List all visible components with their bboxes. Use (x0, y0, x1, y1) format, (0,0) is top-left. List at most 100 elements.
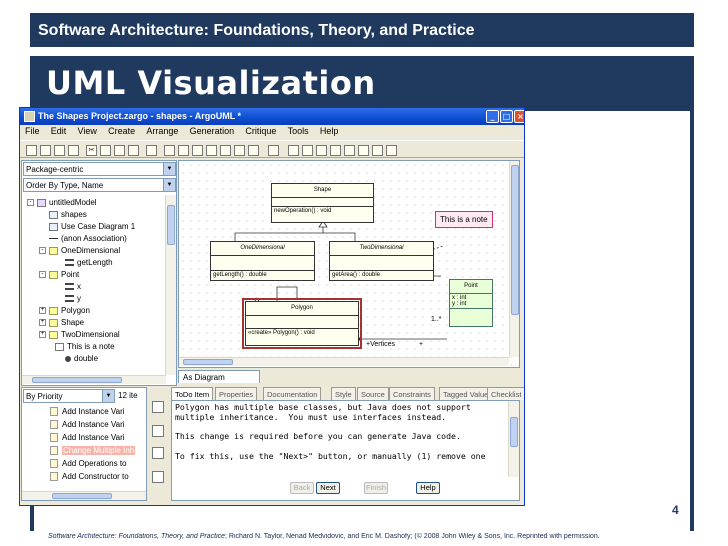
tab-as-diagram[interactable]: As Diagram (178, 370, 260, 383)
order-select[interactable]: Order By Type, Name ▼ (23, 178, 176, 192)
finish-button[interactable]: Finish (364, 482, 388, 494)
menu-edit[interactable]: Edit (51, 126, 67, 136)
chevron-down-icon[interactable]: ▼ (163, 179, 175, 191)
scroll-thumb[interactable] (167, 205, 175, 245)
scroll-thumb[interactable] (511, 165, 519, 315)
copy-icon[interactable] (100, 145, 111, 156)
tree-item-x[interactable]: x (65, 281, 81, 292)
expand-icon[interactable]: + (39, 331, 46, 338)
perspective-select[interactable]: Package-centric ▼ (23, 162, 176, 176)
new-file-icon[interactable] (26, 145, 37, 156)
tool-dependency-icon[interactable] (372, 145, 383, 156)
open-folder-icon[interactable] (40, 145, 51, 156)
email-icon[interactable] (152, 471, 164, 483)
collapse-icon[interactable]: - (39, 271, 46, 278)
tree-item-note[interactable]: This is a note (55, 341, 115, 352)
todo-horizontal-scrollbar[interactable] (22, 491, 146, 500)
canvas-vertical-scrollbar[interactable] (509, 161, 519, 357)
delete-icon[interactable] (128, 145, 139, 156)
class-shape[interactable]: Shape newOperation() : void (271, 183, 374, 223)
class-polygon[interactable]: Polygon «create» Polygon() : void (245, 301, 359, 346)
tree-item-twodimensional[interactable]: + TwoDimensional (39, 329, 120, 340)
tab-properties[interactable]: Properties (215, 387, 258, 400)
explorer-horizontal-scrollbar[interactable] (22, 375, 166, 384)
snooze-icon[interactable] (152, 447, 164, 459)
menu-create[interactable]: Create (108, 126, 135, 136)
scroll-thumb[interactable] (183, 359, 233, 365)
tool-association-icon[interactable] (344, 145, 355, 156)
new-state-diagram-icon[interactable] (192, 145, 203, 156)
collapse-icon[interactable]: - (27, 199, 34, 206)
expand-icon[interactable]: + (39, 319, 46, 326)
tree-item-point[interactable]: - Point (39, 269, 79, 280)
tree-item-association[interactable]: (anon Association) (49, 233, 127, 244)
tool-broom-icon[interactable] (302, 145, 313, 156)
tree-item-y[interactable]: y (65, 293, 81, 304)
resolve-icon[interactable] (152, 425, 164, 437)
scroll-thumb[interactable] (510, 417, 518, 447)
new-sequence-diagram-icon[interactable] (234, 145, 245, 156)
tree-item-shape[interactable]: + Shape (39, 317, 84, 328)
todo-grouping-select[interactable]: By Priority ▼ (23, 389, 115, 403)
menu-view[interactable]: View (78, 126, 97, 136)
new-collaboration-diagram-icon[interactable] (220, 145, 231, 156)
new-use-case-diagram-icon[interactable] (178, 145, 189, 156)
tree-item-shapes[interactable]: shapes (49, 209, 87, 220)
new-activity-diagram-icon[interactable] (206, 145, 217, 156)
todo-item[interactable]: Add Instance Vari (50, 418, 125, 430)
cut-icon[interactable]: ✂ (86, 145, 97, 156)
tree-item-double[interactable]: double (65, 353, 98, 364)
detail-vertical-scrollbar[interactable] (508, 401, 519, 477)
chevron-down-icon[interactable]: ▼ (102, 390, 114, 402)
menu-generation[interactable]: Generation (190, 126, 235, 136)
tree-item-onedimensional[interactable]: - OneDimensional (39, 245, 120, 256)
class-point[interactable]: Point x : int y : int (449, 279, 493, 327)
tab-checklist[interactable]: Checklist (487, 387, 524, 400)
tool-package-icon[interactable] (316, 145, 327, 156)
tool-class-icon[interactable] (330, 145, 341, 156)
tool-interface-icon[interactable] (386, 145, 397, 156)
minimize-button[interactable]: _ (486, 110, 499, 123)
help-button[interactable]: Help (416, 482, 440, 494)
explorer-vertical-scrollbar[interactable] (165, 195, 176, 375)
tool-select-icon[interactable] (288, 145, 299, 156)
menu-file[interactable]: File (25, 126, 40, 136)
tab-todo-item[interactable]: ToDo Item (171, 387, 214, 400)
todo-item[interactable]: Add Constructor to (50, 470, 129, 482)
tab-documentation[interactable]: Documentation (263, 387, 322, 400)
tree-item-polygon[interactable]: + Polygon (39, 305, 90, 316)
class-onedimensional[interactable]: OneDimensional getLength() : double (210, 241, 315, 281)
tab-constraints[interactable]: Constraints (389, 387, 435, 400)
scroll-thumb[interactable] (32, 377, 122, 383)
note-box[interactable]: This is a note (435, 211, 493, 228)
new-class-diagram-icon[interactable] (164, 145, 175, 156)
class-diagram-canvas[interactable]: Shape newOperation() : void This is a no… (178, 160, 520, 368)
paste-icon[interactable] (114, 145, 125, 156)
tree-item-use-case-diagram[interactable]: Use Case Diagram 1 (49, 221, 135, 232)
expand-icon[interactable]: + (39, 307, 46, 314)
next-button[interactable]: Next (316, 482, 340, 494)
menu-critique[interactable]: Critique (245, 126, 276, 136)
tree-item-getlength[interactable]: getLength (65, 257, 113, 268)
todo-item[interactable]: Add Operations to (50, 457, 126, 469)
collapse-icon[interactable]: - (39, 247, 46, 254)
tree-item-untitledmodel[interactable]: - untitledModel (27, 197, 97, 208)
todo-item-selected[interactable]: Change Multiple Inh (50, 444, 136, 456)
scroll-thumb[interactable] (52, 493, 112, 499)
print-icon[interactable] (68, 145, 79, 156)
save-icon[interactable] (54, 145, 65, 156)
canvas-horizontal-scrollbar[interactable] (179, 357, 509, 366)
todo-item[interactable]: Add Instance Vari (50, 405, 125, 417)
menu-help[interactable]: Help (320, 126, 339, 136)
new-deployment-diagram-icon[interactable] (248, 145, 259, 156)
tool-generalization-icon[interactable] (358, 145, 369, 156)
tab-source[interactable]: Source (357, 387, 389, 400)
find-icon[interactable] (146, 145, 157, 156)
menu-tools[interactable]: Tools (288, 126, 309, 136)
generate-code-icon[interactable] (268, 145, 279, 156)
maximize-button[interactable]: □ (500, 110, 513, 123)
class-twodimensional[interactable]: TwoDimensional getArea() : double (329, 241, 434, 281)
tab-style[interactable]: Style (331, 387, 356, 400)
chevron-down-icon[interactable]: ▼ (163, 163, 175, 175)
todo-item[interactable]: Add Instance Vari (50, 431, 125, 443)
